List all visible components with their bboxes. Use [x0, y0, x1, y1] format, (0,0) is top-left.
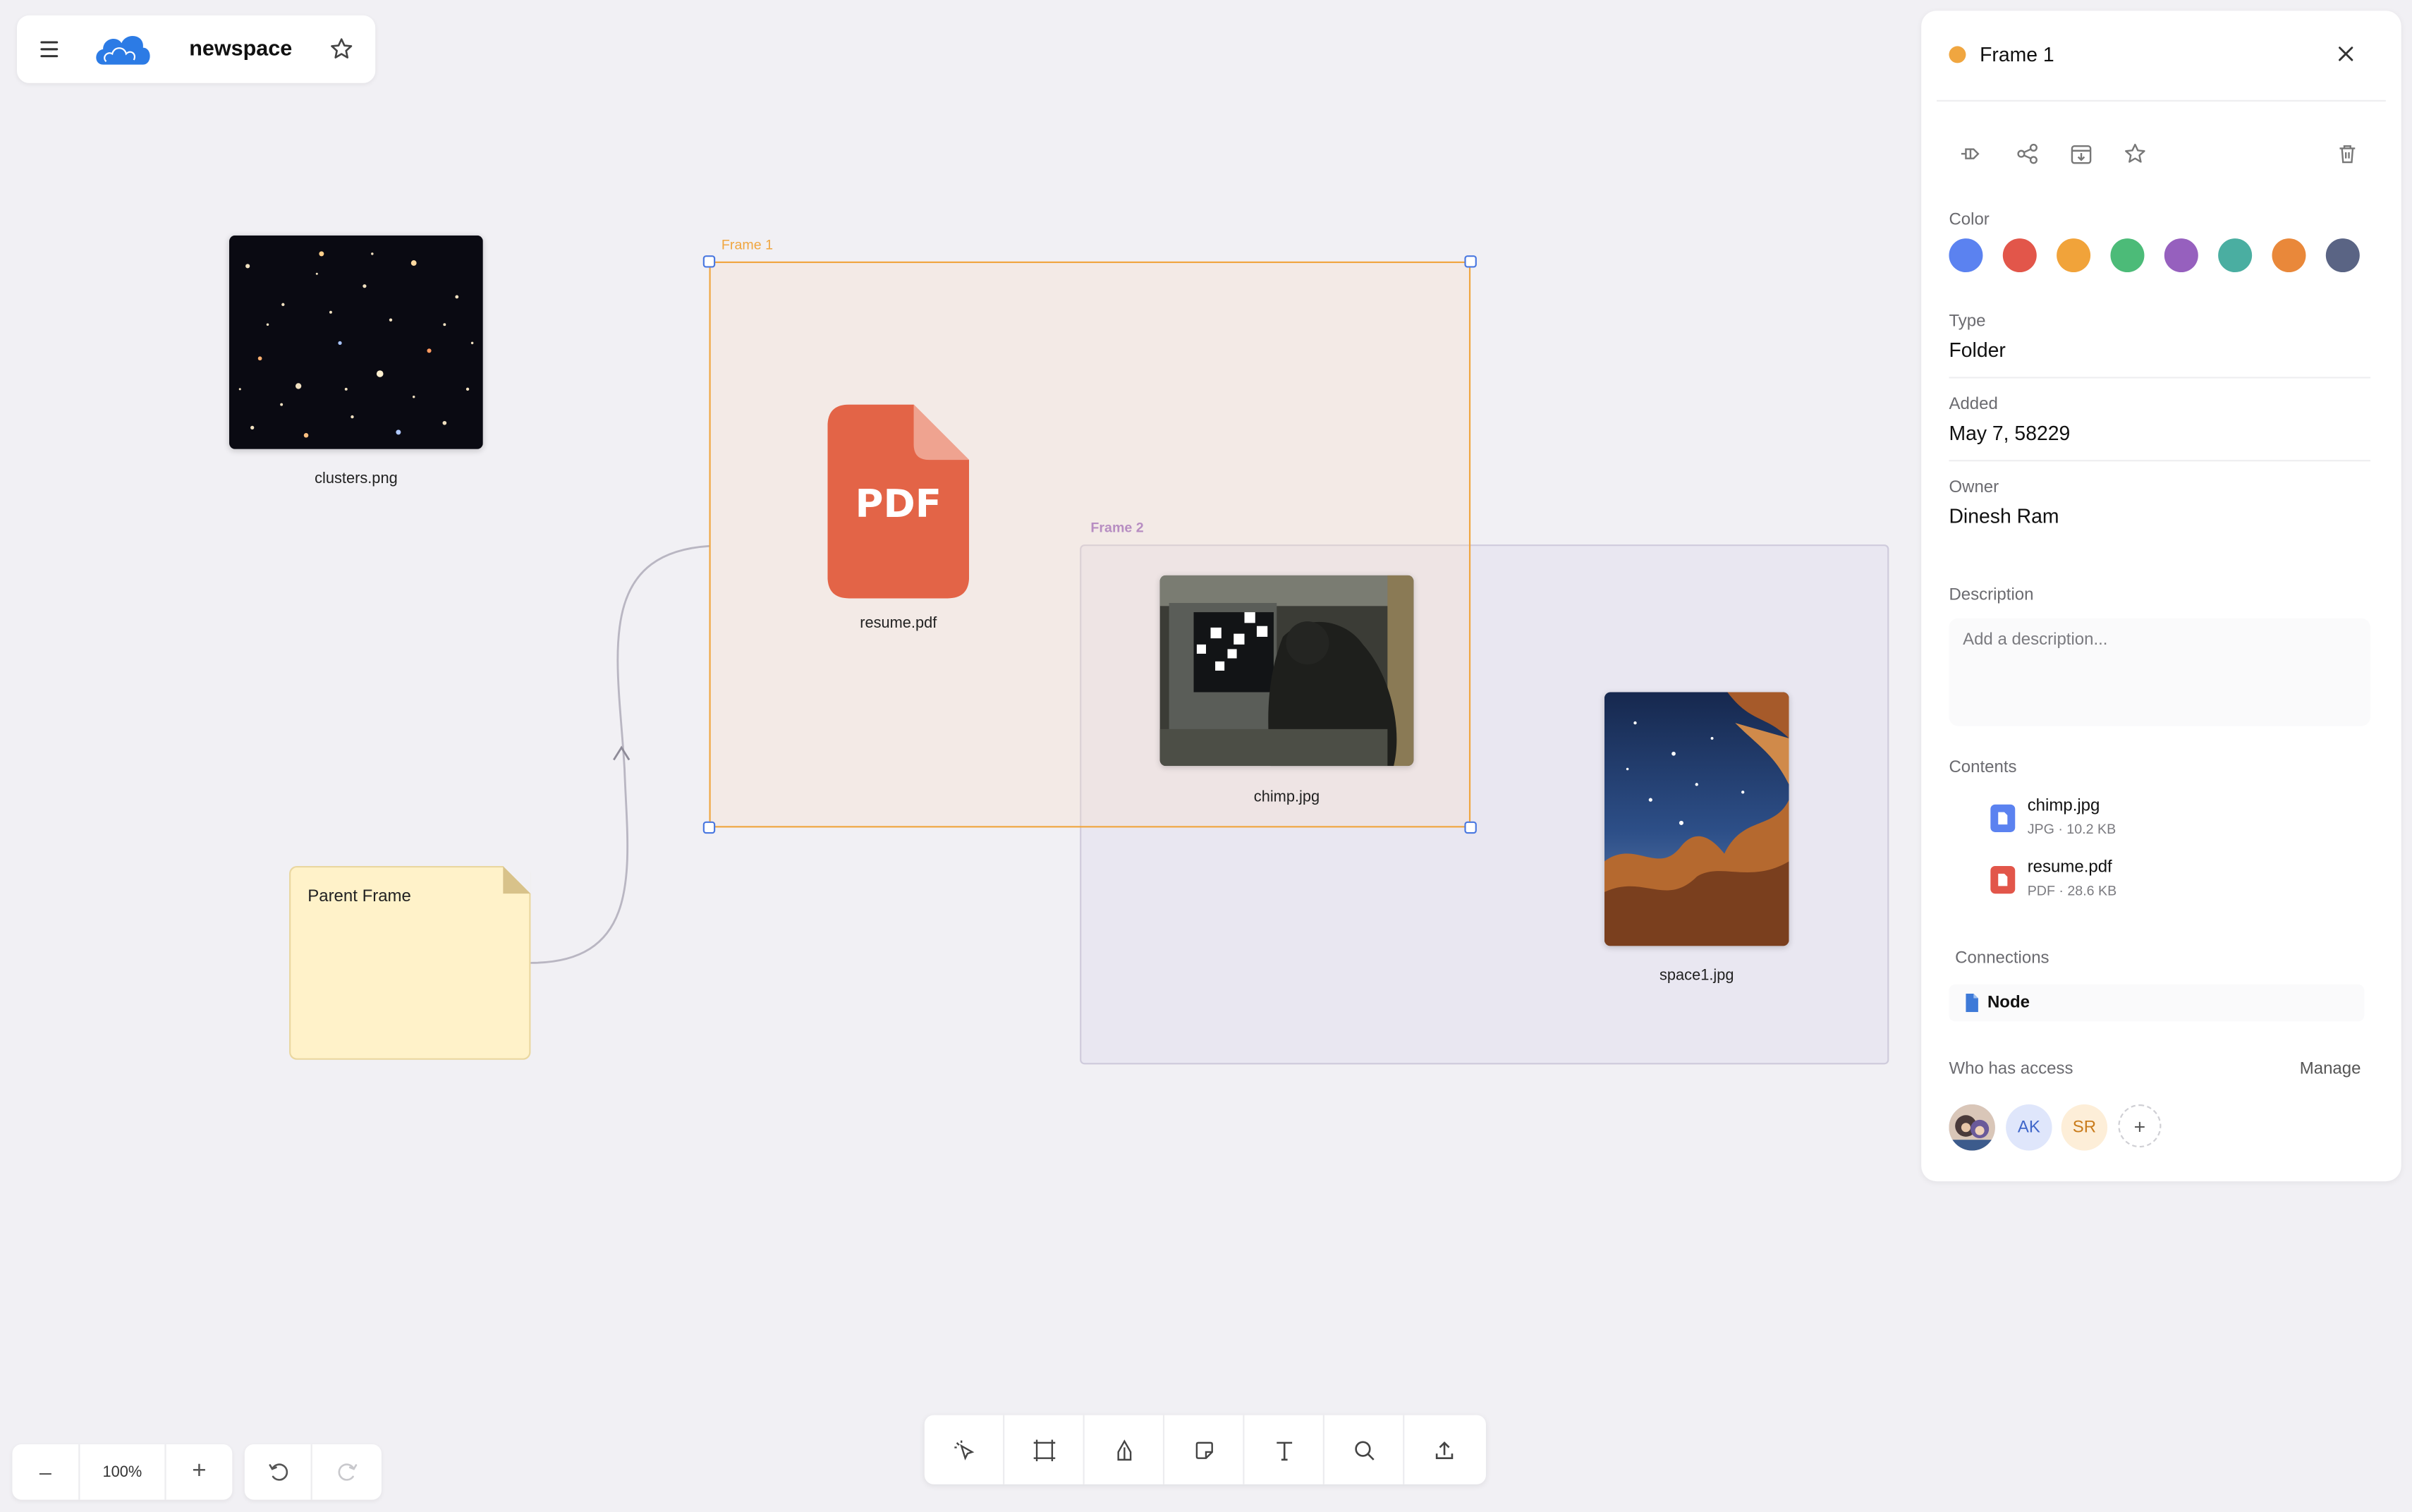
bottom-toolbar: [924, 1415, 1486, 1484]
resize-handle[interactable]: [702, 255, 716, 268]
avatar[interactable]: AK: [2006, 1104, 2052, 1151]
content-meta: JPG · 10.2 KB: [2027, 821, 2116, 837]
connections-label: Connections: [1955, 949, 2049, 968]
description-input[interactable]: [1949, 618, 2371, 726]
download-icon[interactable]: [2064, 137, 2098, 171]
undo-icon[interactable]: [245, 1444, 312, 1500]
color-label: Color: [1949, 210, 1990, 229]
divider: [1949, 377, 2371, 379]
clusters-image[interactable]: [229, 235, 483, 449]
panel-title: Frame 1: [1980, 43, 2054, 66]
frame-label[interactable]: Frame 1: [721, 237, 773, 252]
pin-icon[interactable]: [1956, 137, 1990, 171]
resize-handle[interactable]: [1464, 821, 1477, 834]
owner-label: Owner: [1949, 478, 1999, 497]
type-value: Folder: [1949, 338, 2006, 362]
avatar[interactable]: [1949, 1104, 1995, 1151]
add-member-button[interactable]: +: [2118, 1104, 2162, 1148]
type-label: Type: [1949, 312, 1986, 331]
connection-name: Node: [1987, 993, 2030, 1013]
history-controls: [244, 1444, 382, 1500]
zoom-in-button[interactable]: +: [166, 1444, 233, 1500]
content-name: chimp.jpg: [2027, 796, 2100, 815]
description-label: Description: [1949, 585, 2034, 605]
file-label: chimp.jpg: [1253, 788, 1320, 806]
color-swatch-blue[interactable]: [1949, 238, 1983, 273]
color-swatch-purple[interactable]: [2164, 238, 2198, 273]
added-label: Added: [1949, 395, 1998, 414]
content-name: resume.pdf: [2027, 858, 2112, 877]
connection-item[interactable]: Node: [1949, 984, 2365, 1022]
resize-handle[interactable]: [702, 821, 716, 834]
pen-icon[interactable]: [1085, 1415, 1165, 1484]
color-swatch-slate[interactable]: [2325, 238, 2360, 273]
owner-value: Dinesh Ram: [1949, 504, 2059, 528]
zoom-controls: – 100% +: [12, 1444, 233, 1500]
note-text: Parent Frame: [307, 887, 411, 906]
avatar[interactable]: SR: [2061, 1104, 2108, 1151]
pdf-badge: PDF: [855, 481, 942, 526]
redo-icon[interactable]: [314, 1444, 382, 1500]
sticky-note[interactable]: Parent Frame: [289, 865, 531, 1060]
resize-handle[interactable]: [1464, 255, 1477, 268]
file-label: space1.jpg: [1659, 967, 1734, 984]
manage-link[interactable]: Manage: [2300, 1060, 2361, 1078]
file-label: clusters.png: [315, 470, 398, 488]
color-swatch-green[interactable]: [2110, 238, 2145, 273]
search-icon[interactable]: [1324, 1415, 1405, 1484]
upload-icon[interactable]: [1404, 1415, 1484, 1484]
zoom-level[interactable]: 100%: [80, 1444, 166, 1500]
pdf-file-icon[interactable]: PDF: [827, 404, 970, 599]
trash-icon[interactable]: [2330, 137, 2364, 171]
text-icon[interactable]: [1245, 1415, 1324, 1484]
close-icon[interactable]: [2334, 42, 2358, 66]
access-label: Who has access: [1949, 1059, 2073, 1078]
details-panel: Frame 1 Color Type Folder Added May 7, 5…: [1921, 11, 2401, 1182]
chimp-image[interactable]: [1159, 575, 1414, 767]
color-swatch-amber[interactable]: [2272, 238, 2306, 273]
color-swatch-teal[interactable]: [2218, 238, 2253, 273]
contents-label: Contents: [1949, 758, 2017, 777]
pdf-file-icon: [1990, 865, 2016, 894]
frame-icon[interactable]: [1004, 1415, 1085, 1484]
added-value: May 7, 58229: [1949, 421, 2071, 445]
divider: [1949, 460, 2371, 462]
document-icon: [1966, 993, 1978, 1013]
sticky-note-icon[interactable]: [1164, 1415, 1245, 1484]
color-swatch-orange[interactable]: [2057, 238, 2091, 273]
share-icon[interactable]: [2011, 137, 2045, 171]
star-icon[interactable]: [2118, 137, 2152, 171]
select-icon[interactable]: [925, 1415, 1005, 1484]
file-label: resume.pdf: [860, 615, 937, 633]
image-file-icon: [1990, 804, 2016, 832]
content-item[interactable]: chimp.jpg JPG · 10.2 KB: [1990, 793, 2359, 843]
content-item[interactable]: resume.pdf PDF · 28.6 KB: [1990, 855, 2359, 905]
content-meta: PDF · 28.6 KB: [2027, 882, 2117, 898]
zoom-out-button[interactable]: –: [12, 1444, 80, 1500]
frame-color-dot: [1949, 46, 1966, 63]
nebula-image[interactable]: [1604, 692, 1789, 946]
color-swatch-red[interactable]: [2002, 238, 2037, 273]
divider: [1937, 99, 2386, 102]
note-fold-icon: [503, 865, 531, 894]
